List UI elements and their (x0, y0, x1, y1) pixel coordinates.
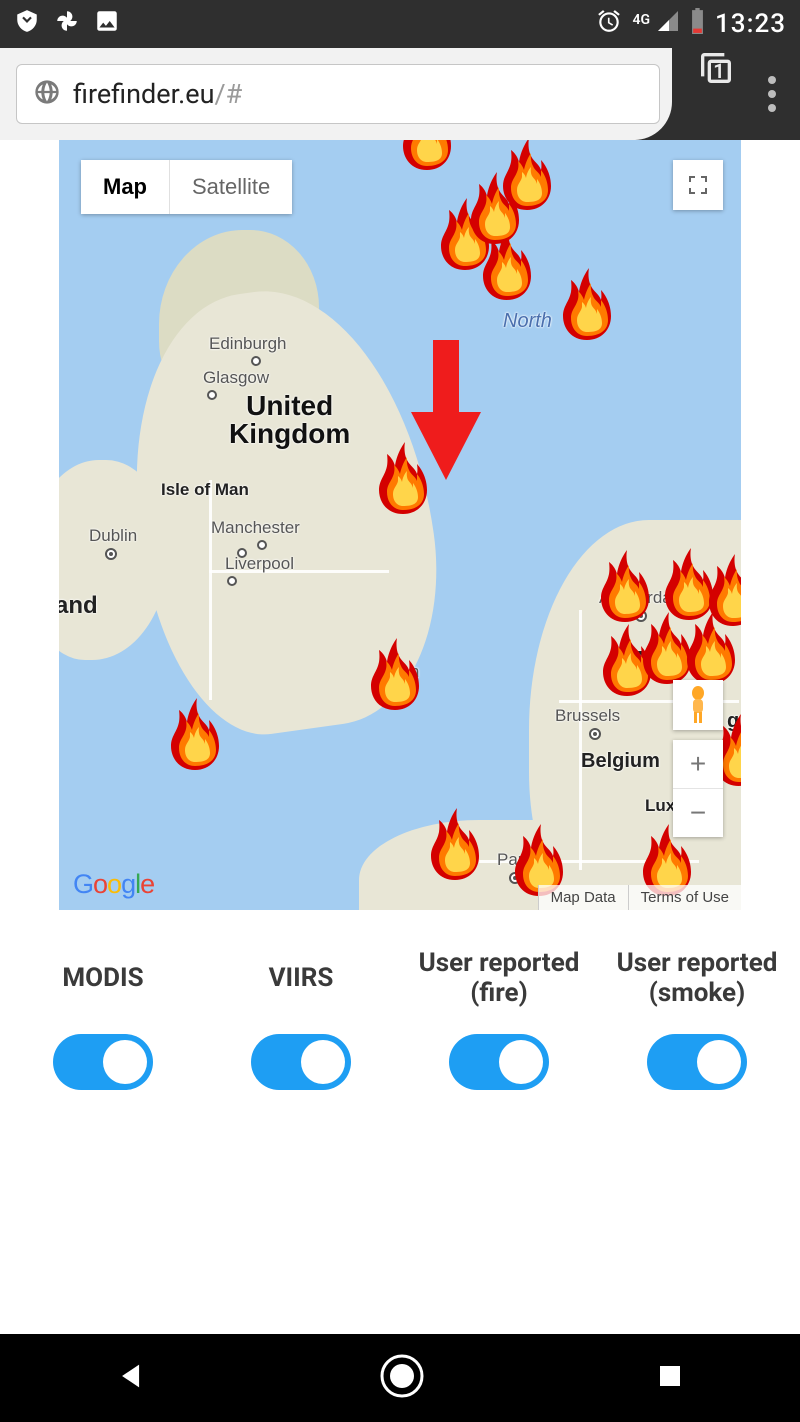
alarm-icon (596, 8, 622, 41)
google-logo: Google (73, 869, 154, 900)
fire-marker[interactable] (427, 808, 483, 880)
browser-menu-button[interactable] (760, 48, 800, 140)
country-uk-label: United Kingdom (229, 392, 350, 448)
sea-label: North (503, 310, 552, 333)
toggle-label: User reported (smoke) (598, 924, 796, 1034)
country-be-label: Belgium (581, 750, 660, 773)
fire-marker[interactable] (167, 698, 223, 770)
zoom-in-button[interactable]: + (673, 740, 723, 788)
tab-switcher-button[interactable]: 1 (696, 48, 736, 88)
url-bar[interactable]: firefinder.eu/# (16, 64, 660, 124)
toggle-label: User reported (fire) (400, 924, 598, 1034)
fire-marker[interactable] (399, 140, 455, 170)
fire-marker[interactable] (499, 140, 555, 210)
globe-icon (33, 78, 61, 110)
toggle-user-reported-smoke-: User reported (smoke) (598, 924, 796, 1094)
clock-label: 13:23 (715, 9, 786, 39)
photos-pinwheel-icon (54, 8, 80, 41)
tab-count-label: 1 (702, 54, 736, 88)
city-edinburgh: Edinburgh (209, 334, 287, 354)
country-ire-fragment: and (59, 592, 98, 620)
country-iom-label: Isle of Man (161, 480, 249, 500)
toggle-switch[interactable] (53, 1034, 153, 1090)
toggle-user-reported-fire-: User reported (fire) (400, 924, 598, 1094)
map-canvas[interactable]: North United Kingdom Isle of Man Netherl… (59, 140, 741, 910)
map-data-link[interactable]: Map Data (538, 885, 628, 910)
browser-toolbar: firefinder.eu/# 1 (0, 48, 800, 140)
city-dublin: Dublin (89, 526, 137, 546)
map-type-map[interactable]: Map (81, 160, 169, 214)
terms-link[interactable]: Terms of Use (628, 885, 741, 910)
battery-icon (690, 8, 705, 41)
city-brussels: Brussels (555, 706, 620, 726)
signal-icon (656, 9, 680, 40)
city-manchester: Manchester (211, 518, 300, 538)
android-status-bar: 4G 13:23 (0, 0, 800, 48)
url-text: firefinder.eu/# (73, 78, 242, 110)
toggle-modis: MODIS (4, 924, 202, 1094)
layer-toggles: MODISVIIRSUser reported (fire)User repor… (0, 910, 800, 1094)
avast-icon (14, 8, 40, 41)
fire-marker[interactable] (375, 442, 431, 514)
nav-recents-button[interactable] (655, 1361, 685, 1395)
landmass (59, 460, 169, 660)
nav-home-button[interactable] (379, 1353, 425, 1403)
toggle-switch[interactable] (449, 1034, 549, 1090)
map-type-satellite[interactable]: Satellite (170, 160, 292, 214)
toggle-label: VIIRS (202, 924, 400, 1034)
fire-marker[interactable] (367, 638, 423, 710)
city-glasgow: Glasgow (203, 368, 269, 388)
zoom-control: + − (673, 740, 723, 837)
city-liverpool: Liverpool (225, 554, 294, 574)
country-lux-label: Lux (645, 796, 675, 816)
streetview-pegman[interactable] (673, 680, 723, 730)
map-type-switch: Map Satellite (81, 160, 292, 214)
android-nav-bar (0, 1334, 800, 1422)
map-attribution: Map Data Terms of Use (538, 885, 741, 910)
toggle-viirs: VIIRS (202, 924, 400, 1094)
fullscreen-button[interactable] (673, 160, 723, 210)
toggle-switch[interactable] (251, 1034, 351, 1090)
image-icon (94, 8, 120, 41)
network-type-label: 4G (632, 12, 650, 28)
fire-marker[interactable] (559, 268, 615, 340)
toggle-switch[interactable] (647, 1034, 747, 1090)
fire-marker[interactable] (705, 554, 741, 626)
nav-back-button[interactable] (115, 1359, 149, 1397)
zoom-out-button[interactable]: − (673, 789, 723, 837)
toggle-label: MODIS (4, 924, 202, 1034)
